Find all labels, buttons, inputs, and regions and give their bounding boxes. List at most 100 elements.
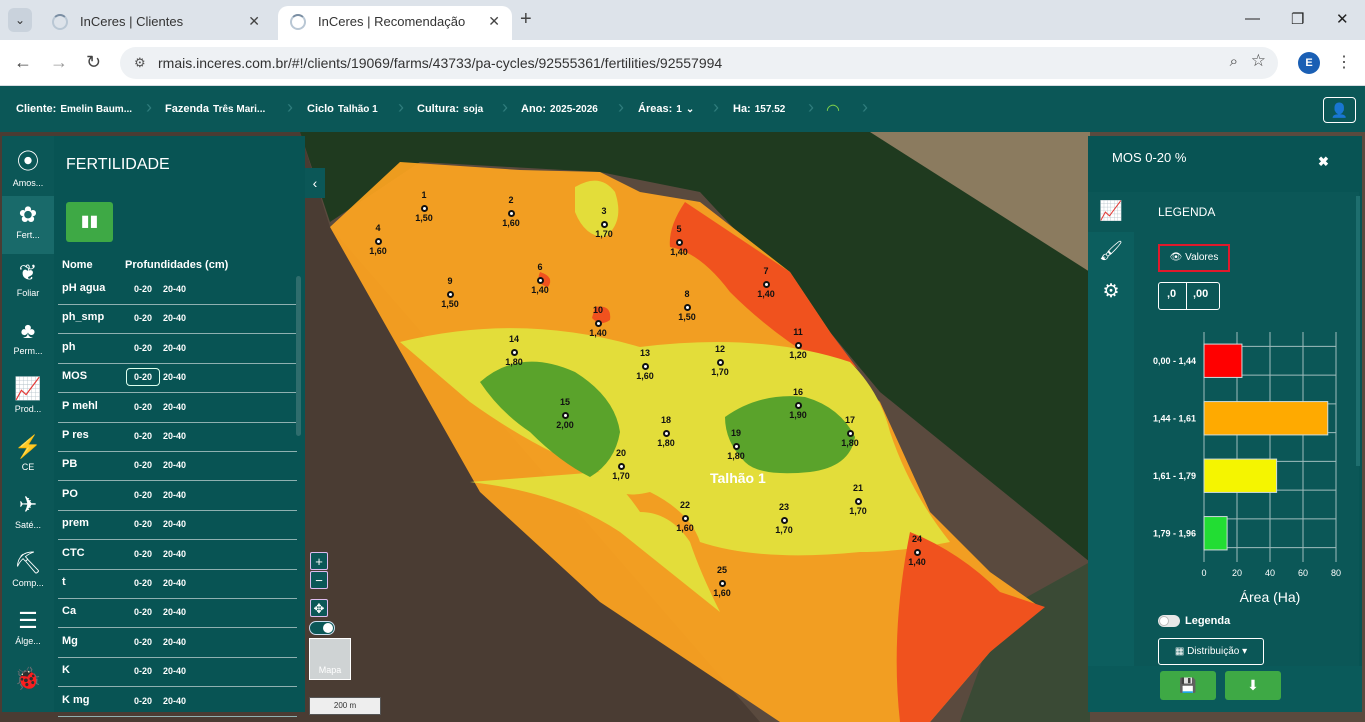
values-button[interactable]: 👁 Valores	[1158, 244, 1230, 272]
zoom-in-button[interactable]: +	[310, 552, 328, 570]
depth-0-20-button[interactable]: 0-20	[126, 696, 160, 706]
user-icon[interactable]: 👤	[1323, 97, 1356, 123]
depth-20-40-button[interactable]: 20-40	[163, 666, 186, 676]
depth-20-40-button[interactable]: 20-40	[163, 431, 186, 441]
tab-search-icon[interactable]: ⌄	[8, 8, 32, 32]
pan-icon[interactable]: ✥	[310, 599, 328, 617]
depth-20-40-button[interactable]: 20-40	[163, 284, 186, 294]
chart-tab-icon[interactable]: 📈	[1088, 192, 1134, 232]
sample-point-marker[interactable]	[781, 517, 788, 524]
url-field[interactable]: ⚙ rmais.inceres.com.br/#!/clients/19069/…	[120, 47, 1278, 79]
depth-20-40-button[interactable]: 20-40	[163, 490, 186, 500]
sample-point-marker[interactable]	[375, 238, 382, 245]
fertility-row[interactable]: t 0-20 20-40	[58, 570, 297, 599]
rail-item[interactable]: ☰ Álge...	[2, 602, 54, 660]
sample-point-marker[interactable]	[676, 239, 683, 246]
legend-bar[interactable]	[1203, 458, 1278, 493]
sample-point-marker[interactable]	[618, 463, 625, 470]
tab-clientes[interactable]: InCeres | Clientes ✕	[40, 6, 272, 40]
crumb-cultura[interactable]: Cultura: soja	[417, 103, 483, 115]
depth-20-40-button[interactable]: 20-40	[163, 607, 186, 617]
window-close-icon[interactable]: ✕	[1336, 10, 1349, 28]
profile-avatar[interactable]: E	[1298, 52, 1320, 74]
fertility-row[interactable]: K mg 0-20 20-40	[58, 688, 297, 717]
depth-0-20-button[interactable]: 0-20	[126, 431, 160, 441]
zoom-out-button[interactable]: −	[310, 571, 328, 589]
legend-bar[interactable]	[1203, 516, 1228, 551]
fertility-row[interactable]: PB 0-20 20-40	[58, 452, 297, 482]
sample-point-marker[interactable]	[795, 342, 802, 349]
sample-point-marker[interactable]	[733, 443, 740, 450]
sample-point-marker[interactable]	[511, 349, 518, 356]
depth-0-20-button[interactable]: 0-20	[126, 460, 160, 470]
crumb-cliente[interactable]: Cliente: Emelin Baum...	[16, 103, 132, 115]
fertility-row[interactable]: prem 0-20 20-40	[58, 511, 297, 541]
depth-0-20-button[interactable]: 0-20	[126, 368, 160, 387]
rail-item[interactable]: ⛏ Comp...	[2, 544, 54, 602]
rail-item[interactable]: ✈ Saté...	[2, 486, 54, 544]
depth-20-40-button[interactable]: 20-40	[163, 313, 186, 323]
crumb-fazenda[interactable]: Fazenda Três Mari...	[165, 103, 265, 115]
sample-point-marker[interactable]	[847, 430, 854, 437]
sample-point-marker[interactable]	[855, 498, 862, 505]
fertility-row[interactable]: K 0-20 20-40	[58, 658, 297, 688]
depth-20-40-button[interactable]: 20-40	[163, 402, 186, 412]
save-button[interactable]: 💾	[1160, 671, 1216, 700]
sample-point-marker[interactable]	[508, 210, 515, 217]
sample-point-marker[interactable]	[684, 304, 691, 311]
layer-toggle[interactable]	[309, 621, 335, 635]
new-tab-icon[interactable]: +	[520, 8, 532, 31]
depth-20-40-button[interactable]: 20-40	[163, 372, 186, 382]
rail-item[interactable]: ♣ Perm...	[2, 312, 54, 370]
restore-icon[interactable]: ❐	[1291, 10, 1304, 28]
depth-0-20-button[interactable]: 0-20	[126, 578, 160, 588]
back-icon[interactable]: ←	[14, 52, 32, 73]
tab-close-icon[interactable]: ✕	[248, 13, 260, 30]
minimize-icon[interactable]: —	[1245, 10, 1260, 27]
fertility-row[interactable]: MOS 0-20 20-40	[58, 364, 297, 394]
tab-close-icon[interactable]: ✕	[488, 13, 500, 30]
tab-recomendacao[interactable]: InCeres | Recomendação ✕	[278, 6, 512, 40]
fertility-row[interactable]: pH agua 0-20 20-40	[58, 276, 297, 305]
crumb-areas[interactable]: Áreas: 1 ⌄	[638, 103, 694, 115]
library-button[interactable]: ▮▮	[66, 202, 113, 242]
sample-point-marker[interactable]	[595, 320, 602, 327]
depth-20-40-button[interactable]: 20-40	[163, 519, 186, 529]
fertility-row[interactable]: CTC 0-20 20-40	[58, 541, 297, 570]
fertility-row[interactable]: P res 0-20 20-40	[58, 423, 297, 452]
depth-20-40-button[interactable]: 20-40	[163, 696, 186, 706]
gears-icon[interactable]: ⚙	[1088, 272, 1134, 312]
fertility-row[interactable]: P mehl 0-20 20-40	[58, 394, 297, 423]
distribution-dropdown[interactable]: ▦ Distribuição ▾	[1158, 638, 1264, 665]
depth-0-20-button[interactable]: 0-20	[126, 549, 160, 559]
depth-0-20-button[interactable]: 0-20	[126, 607, 160, 617]
depth-20-40-button[interactable]: 20-40	[163, 578, 186, 588]
close-icon[interactable]: ✖	[1318, 154, 1329, 170]
sample-point-marker[interactable]	[663, 430, 670, 437]
collapse-panel-button[interactable]: ‹	[305, 168, 325, 198]
sample-point-marker[interactable]	[642, 363, 649, 370]
rail-item[interactable]: ❦ Foliar	[2, 254, 54, 312]
fertility-row[interactable]: ph_smp 0-20 20-40	[58, 305, 297, 335]
sample-point-marker[interactable]	[719, 580, 726, 587]
sample-point-marker[interactable]	[447, 291, 454, 298]
sample-point-marker[interactable]	[421, 205, 428, 212]
bookmark-star-icon[interactable]: ☆	[1251, 51, 1266, 71]
sample-point-marker[interactable]	[763, 281, 770, 288]
download-button[interactable]: ⬇	[1225, 671, 1281, 700]
depth-20-40-button[interactable]: 20-40	[163, 343, 186, 353]
legend-bar[interactable]	[1203, 401, 1329, 436]
depth-0-20-button[interactable]: 0-20	[126, 313, 160, 323]
depth-0-20-button[interactable]: 0-20	[126, 637, 160, 647]
crumb-ano[interactable]: Ano: 2025-2026	[521, 103, 598, 115]
fertility-row[interactable]: PO 0-20 20-40	[58, 482, 297, 511]
sample-point-marker[interactable]	[914, 549, 921, 556]
sample-point-marker[interactable]	[682, 515, 689, 522]
crumb-ciclo[interactable]: Ciclo Talhão 1	[307, 103, 378, 115]
depth-0-20-button[interactable]: 0-20	[126, 519, 160, 529]
browser-menu-icon[interactable]: ⋮	[1336, 52, 1352, 72]
forward-icon[interactable]: →	[50, 52, 68, 73]
decrease-decimal-button[interactable]: ,0	[1167, 288, 1176, 300]
depth-0-20-button[interactable]: 0-20	[126, 402, 160, 412]
depth-20-40-button[interactable]: 20-40	[163, 637, 186, 647]
